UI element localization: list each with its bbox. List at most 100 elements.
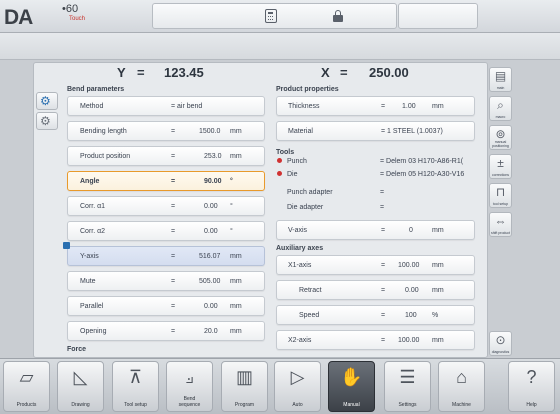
nav-tool-setup-button[interactable]: ⊼ Tool setup — [112, 361, 159, 412]
bend-param-row[interactable]: Corr. α1 = 0.00 ° — [67, 196, 265, 216]
nav-help-button[interactable]: ? Help — [508, 361, 555, 412]
row-label: Thickness — [288, 103, 320, 110]
diagnostics-button[interactable]: ⊙ diagnostics — [489, 331, 512, 356]
row-unit: mm — [432, 262, 444, 269]
bend-param-row[interactable]: Mute = 505.00 mm — [67, 271, 265, 291]
row-eq: = — [171, 303, 176, 310]
row-eq: = — [171, 278, 176, 285]
tool-value: = — [380, 204, 385, 211]
program-icon: ▥ — [235, 367, 253, 387]
nav-machine-button[interactable]: ⌂ Machine — [438, 361, 485, 412]
product-property-row[interactable]: Thickness = 1.00 mm — [276, 96, 475, 116]
sidebar-label: shift product — [490, 230, 511, 235]
tool-row[interactable]: Die = Delem 05 H120-A30-V16 — [276, 171, 475, 183]
settings-tab[interactable]: ⚙ — [36, 112, 58, 130]
shift-product-icon: ⇔ — [494, 214, 507, 228]
settings-icon: ☰ — [399, 367, 416, 387]
corrections-button[interactable]: ± corrections — [489, 154, 512, 179]
tool-value: = — [380, 189, 385, 196]
row-value: 90.00 — [204, 178, 222, 185]
nav-label: Auto — [292, 401, 303, 408]
shift-product-button[interactable]: ⇔ shift product — [489, 212, 512, 237]
row-unit: ° — [230, 178, 233, 185]
machine-icon: ⌂ — [456, 367, 467, 387]
auxiliary-axis-row[interactable]: Retract = 0.00 mm — [276, 280, 475, 300]
bend-sequence-icon: ⟓ — [185, 367, 194, 387]
tool-row[interactable]: Punch adapter = — [276, 189, 475, 201]
corrections-icon: ± — [497, 156, 504, 170]
x-axis-eq: = — [340, 65, 348, 80]
sidebar-label: corrections — [491, 172, 510, 177]
bend-parameters-tab[interactable]: ⚙ — [36, 92, 58, 110]
nav-bend-sequence-button[interactable]: ⟓ Bend sequence — [166, 361, 213, 412]
bend-param-row[interactable]: Corr. α2 = 0.00 ° — [67, 221, 265, 241]
auxiliary-axis-row[interactable]: X1-axis = 100.00 mm — [276, 255, 475, 275]
row-value: 0.00 — [204, 303, 218, 310]
row-eq: = — [381, 337, 386, 344]
row-value: 1500.0 — [199, 128, 221, 135]
row-eq: = — [381, 227, 386, 234]
nav-label: Bend sequence — [178, 396, 201, 408]
row-eq: = — [171, 328, 176, 335]
row-unit: mm — [230, 278, 242, 285]
bend-param-row[interactable]: Product position = 253.0 mm — [67, 146, 265, 166]
tool-setup-button[interactable]: ⊓ tool setup — [489, 183, 512, 208]
tool-row[interactable]: Punch = Delem 03 H170-A86-R1( — [276, 158, 475, 170]
row-unit: mm — [432, 337, 444, 344]
nav-auto-button[interactable]: ▷ Auto — [274, 361, 321, 412]
tool-label: Die adapter — [287, 204, 324, 211]
tool-value: = Delem 03 H170-A86-R1( — [380, 158, 464, 165]
nav-label: Program — [234, 401, 255, 408]
nav-products-button[interactable]: ▱ Products — [3, 361, 50, 412]
status-field — [152, 3, 397, 29]
row-unit: mm — [230, 328, 242, 335]
help-icon: ? — [526, 367, 537, 387]
row-eq: = 1 STEEL (1.0037) — [381, 128, 443, 135]
row-value: 100.00 — [398, 337, 420, 344]
nav-settings-button[interactable]: ☰ Settings — [384, 361, 431, 412]
unlock-icon[interactable] — [333, 10, 343, 22]
auxiliary-axis-row[interactable]: Speed = 100% — [276, 305, 475, 325]
main-view-button[interactable]: ▤ main — [489, 67, 512, 92]
auxiliary-axis-row[interactable]: X2-axis = 100.00 mm — [276, 330, 475, 350]
nav-program-button[interactable]: ▥ Program — [221, 361, 268, 412]
row-label: Corr. α1 — [80, 203, 106, 210]
bend-param-row[interactable]: Angle = 90.00 ° — [67, 171, 265, 191]
tool-label: Die — [287, 171, 298, 178]
bend-param-row[interactable]: Parallel = 0.00 mm — [67, 296, 265, 316]
bend-param-row[interactable]: Y-axis = 516.07 mm — [63, 242, 265, 266]
calculator-icon[interactable] — [265, 9, 277, 23]
row-label: Mute — [80, 278, 96, 285]
info-badge-icon — [63, 242, 70, 249]
row-eq: = — [171, 153, 176, 160]
row-value: 100.00 — [398, 262, 420, 269]
force-label: Force — [67, 346, 87, 353]
bend-param-row[interactable]: Opening = 20.0 mm — [67, 321, 265, 341]
row-value: 1.00 — [402, 103, 416, 110]
nav-drawing-button[interactable]: ◺ Drawing — [57, 361, 104, 412]
macro-zoom-button[interactable]: ⌕ macro — [489, 96, 512, 121]
nav-manual-button[interactable]: ✋ Manual — [328, 361, 375, 412]
manual-positioning-button[interactable]: ⊚ manual positioning — [489, 125, 512, 150]
brand-version: •60 — [62, 3, 79, 15]
nav-label: Help — [526, 401, 537, 408]
tool-row[interactable]: Die adapter = — [276, 204, 475, 216]
row-label: Angle — [80, 178, 100, 185]
tool-label: Punch adapter — [287, 189, 333, 196]
row-eq: = — [171, 228, 176, 235]
nav-label: Machine — [452, 401, 471, 408]
row-unit: ° — [230, 228, 233, 235]
row-unit: % — [432, 312, 439, 319]
row-label: Material — [288, 128, 313, 135]
brand-subtitle: Touch — [69, 16, 86, 22]
diagnostics-label: diagnostics — [491, 349, 510, 354]
bend-param-row[interactable]: Method = air bend — [67, 96, 265, 116]
product-property-row[interactable]: Material = 1 STEEL (1.0037) — [276, 121, 475, 141]
row-unit: mm — [432, 227, 444, 234]
y-axis-label: Y — [117, 65, 126, 80]
sidebar-label: manual positioning — [492, 140, 509, 148]
row-label: Y-axis — [80, 253, 99, 260]
v-axis-row[interactable]: V-axis = 0 mm — [276, 220, 475, 240]
tool-setup-icon: ⊓ — [495, 185, 506, 199]
bend-param-row[interactable]: Bending length = 1500.0 mm — [67, 121, 265, 141]
